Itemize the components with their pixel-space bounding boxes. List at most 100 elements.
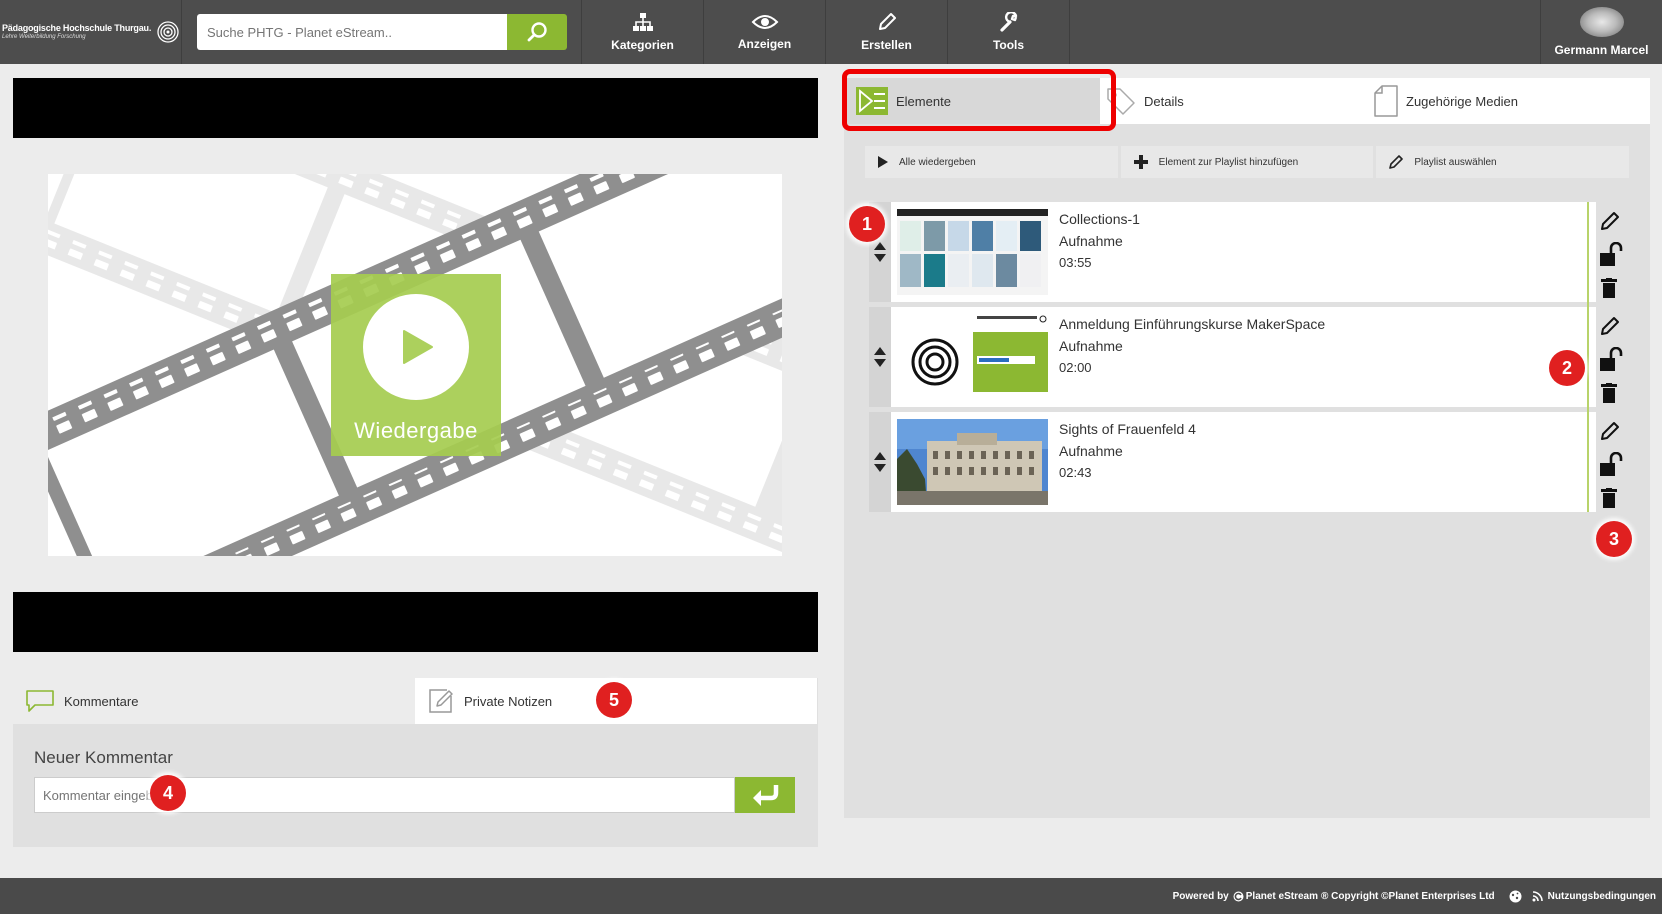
speech-bubble-icon — [26, 690, 54, 712]
add-element-label: Element zur Playlist hinzufügen — [1158, 156, 1299, 168]
item-thumbnail[interactable] — [891, 307, 1054, 407]
item-info: Sights of Frauenfeld 4 Aufnahme 02:43 — [1054, 412, 1596, 512]
search-icon — [527, 22, 547, 42]
nav-erstellen[interactable]: Erstellen — [826, 0, 948, 64]
nav-tools[interactable]: Tools — [948, 0, 1070, 64]
unlock-icon[interactable] — [1599, 242, 1623, 268]
cookie-icon[interactable] — [1509, 890, 1522, 903]
estream-brand-link[interactable]: Planet eStream — [1246, 891, 1318, 902]
collage-thumbnail-image — [897, 209, 1048, 287]
sort-arrows-icon — [874, 347, 886, 367]
callout-badge-5: 5 — [596, 682, 632, 718]
tab-zugehoerige-medien-label: Zugehörige Medien — [1406, 93, 1519, 109]
item-duration: 02:00 — [1059, 360, 1092, 375]
comments-panel: Kommentare Private Notizen Neuer Komment… — [13, 678, 818, 847]
play-all-label: Alle wiedergeben — [899, 156, 976, 168]
drag-handle[interactable] — [869, 307, 891, 407]
institution-logo[interactable]: Pädagogische Hochschule Thurgau. Lehre W… — [0, 0, 182, 64]
drag-handle[interactable] — [869, 412, 891, 512]
trash-icon[interactable] — [1601, 278, 1617, 298]
rss-icon[interactable] — [1532, 890, 1543, 902]
item-type: Aufnahme — [1059, 338, 1123, 354]
item-thumbnail[interactable] — [891, 202, 1054, 302]
play-icon — [403, 330, 433, 364]
playlist-items: Collections-1 Aufnahme 03:55 Anmeldung E… — [869, 202, 1596, 517]
sort-arrows-icon — [874, 452, 886, 472]
user-menu[interactable]: Germann Marcel — [1540, 0, 1662, 64]
player-top-letterbox — [13, 78, 818, 138]
terms-link[interactable]: Nutzungsbedingungen — [1548, 891, 1656, 902]
eye-icon — [751, 15, 778, 29]
edit-icon[interactable] — [1599, 420, 1621, 442]
item-title: Anmeldung Einführungskurse MakerSpace — [1059, 316, 1326, 332]
edit-icon[interactable] — [1599, 315, 1621, 337]
play-circle — [363, 294, 469, 400]
nav-anzeigen[interactable]: Anzeigen — [704, 0, 826, 64]
pencil-icon — [878, 13, 896, 30]
play-button[interactable]: Wiedergabe — [331, 274, 501, 456]
sort-arrows-icon — [874, 242, 886, 262]
search-button[interactable] — [507, 14, 567, 50]
list-item[interactable]: Anmeldung Einführungskurse MakerSpace Au… — [869, 307, 1596, 407]
list-item[interactable]: Collections-1 Aufnahme 03:55 — [869, 202, 1596, 302]
callout-badge-1: 1 — [849, 206, 885, 242]
trash-icon[interactable] — [1601, 488, 1617, 508]
pencil-icon — [1389, 155, 1404, 169]
footer: Powered by Planet eStream ® Copyright ©P… — [0, 878, 1662, 914]
item-info: Collections-1 Aufnahme 03:55 — [1054, 202, 1596, 302]
list-item[interactable]: Sights of Frauenfeld 4 Aufnahme 02:43 — [869, 412, 1596, 512]
unlock-icon[interactable] — [1599, 347, 1623, 373]
nav-kategorien[interactable]: Kategorien — [582, 0, 704, 64]
copyright-text: ® Copyright ©Planet Enterprises Ltd — [1321, 890, 1495, 902]
search-area — [182, 0, 582, 64]
nav-erstellen-label: Erstellen — [861, 38, 912, 52]
tab-private-notizen-label: Private Notizen — [464, 693, 553, 709]
play-all-button[interactable]: Alle wiedergeben — [865, 146, 1118, 178]
edit-icon[interactable] — [1599, 210, 1621, 232]
user-name: Germann Marcel — [1554, 43, 1649, 57]
nav-tools-label: Tools — [992, 38, 1025, 52]
item-tools-column — [1587, 202, 1637, 512]
enter-arrow-icon — [753, 785, 779, 806]
item-thumbnail[interactable] — [891, 412, 1054, 512]
item-duration: 02:43 — [1059, 465, 1092, 480]
search-input[interactable] — [197, 14, 507, 50]
item-title: Sights of Frauenfeld 4 — [1059, 421, 1196, 437]
building-thumbnail-image — [897, 419, 1048, 505]
powered-by-label: Powered by — [1172, 890, 1229, 902]
tab-kommentare-label: Kommentare — [64, 693, 139, 709]
playlist-actions: Alle wiedergeben Element zur Playlist hi… — [865, 146, 1630, 178]
item-duration: 03:55 — [1059, 255, 1092, 270]
tab-zugehoerige-medien[interactable]: Zugehörige Medien — [1368, 78, 1650, 124]
makerspace-thumbnail-image — [911, 315, 1048, 392]
item-title: Collections-1 — [1059, 211, 1140, 227]
wrench-icon — [999, 12, 1017, 32]
callout-badge-4: 4 — [150, 775, 186, 811]
comment-input[interactable] — [34, 777, 735, 813]
player-bottom-letterbox — [13, 592, 818, 652]
select-playlist-label: Playlist auswählen — [1414, 156, 1497, 168]
logo-spiral-icon — [157, 21, 179, 43]
sitemap-icon — [632, 13, 653, 31]
estream-logo-icon — [1233, 891, 1244, 901]
avatar — [1579, 7, 1624, 37]
trash-icon[interactable] — [1601, 383, 1617, 403]
add-element-button[interactable]: Element zur Playlist hinzufügen — [1120, 146, 1374, 178]
tab-details[interactable]: Details — [1100, 78, 1368, 124]
comment-tabs: Kommentare Private Notizen — [13, 678, 818, 724]
select-playlist-button[interactable]: Playlist auswählen — [1376, 146, 1630, 178]
callout-badge-2: 2 — [1549, 350, 1585, 386]
unlock-icon[interactable] — [1599, 452, 1623, 478]
logo-subtitle: Lehre Weiterbildung Forschung — [2, 33, 86, 40]
new-comment-title: Neuer Kommentar — [34, 748, 173, 767]
playlist-panel: Elemente Details Zugehörige Medien Alle … — [844, 78, 1650, 818]
tab-kommentare[interactable]: Kommentare — [13, 678, 415, 724]
document-icon — [1374, 85, 1398, 117]
play-label: Wiedergabe — [354, 418, 478, 443]
plus-icon — [1133, 155, 1148, 169]
logo-title: Pädagogische Hochschule Thurgau. — [2, 22, 152, 33]
note-edit-icon — [429, 689, 453, 713]
item-info: Anmeldung Einführungskurse MakerSpace Au… — [1054, 307, 1596, 407]
video-player[interactable]: Wiedergabe — [48, 174, 782, 556]
submit-comment-button[interactable] — [735, 777, 795, 813]
